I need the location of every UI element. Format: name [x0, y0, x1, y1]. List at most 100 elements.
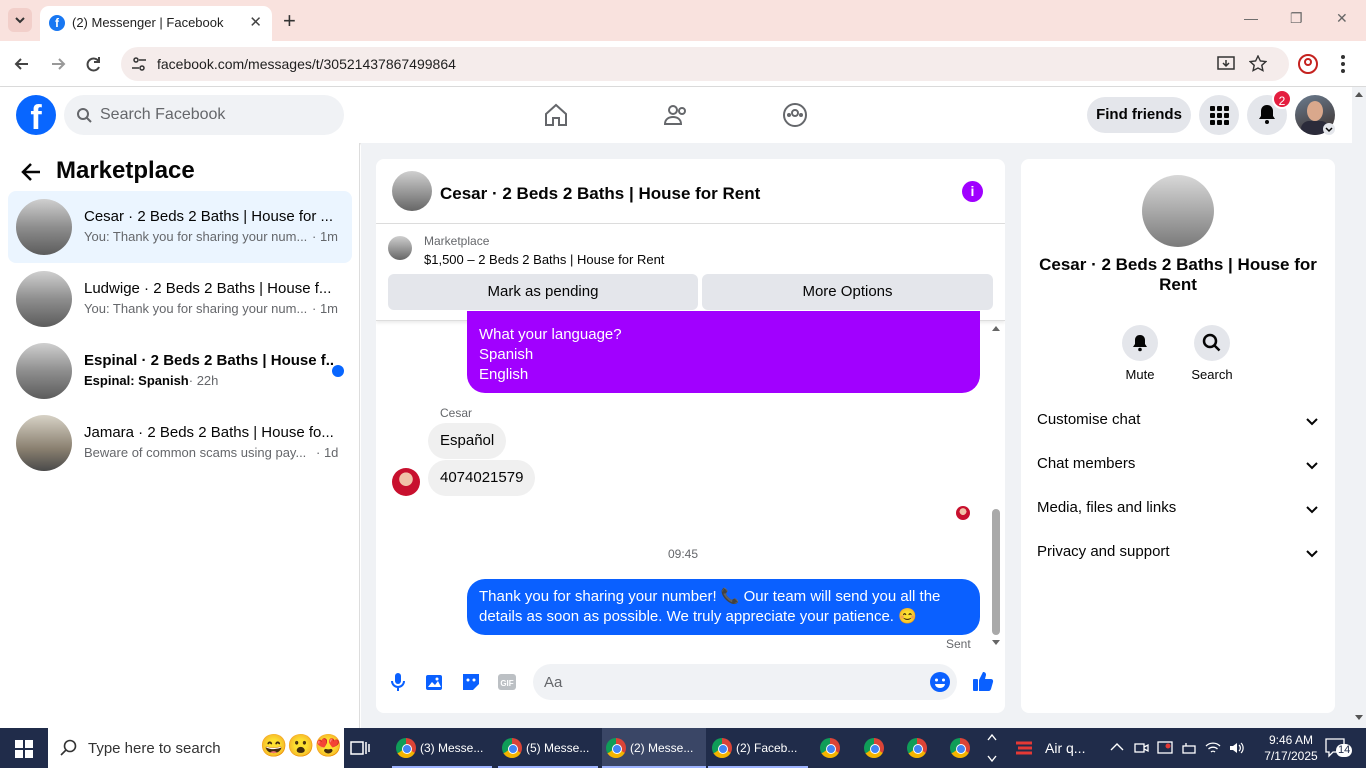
- taskbar-app-chrome-active[interactable]: (2) Messe...: [602, 728, 706, 768]
- message-input[interactable]: Aa: [533, 664, 957, 700]
- clock-time: 9:46 AM: [1268, 733, 1314, 747]
- reload-icon[interactable]: [84, 54, 104, 74]
- sticker-icon[interactable]: [461, 672, 481, 692]
- back-arrow-icon[interactable]: [20, 161, 44, 183]
- chat-members-row[interactable]: Chat members: [1037, 455, 1319, 479]
- chat-header: Cesar · 2 Beds 2 Baths | House for Rent …: [376, 159, 1005, 224]
- mute-label: Mute: [1125, 367, 1155, 382]
- install-app-icon[interactable]: [1217, 55, 1235, 73]
- browser-tab[interactable]: f (2) Messenger | Facebook ✕: [40, 6, 272, 41]
- taskbar-scroll-icon[interactable]: [987, 732, 997, 764]
- sender-avatar[interactable]: [392, 468, 420, 496]
- scroll-up-icon[interactable]: [991, 324, 1001, 332]
- taskbar-app-chrome[interactable]: (2) Faceb...: [708, 728, 808, 768]
- scroll-down-icon[interactable]: [991, 639, 1001, 647]
- photo-icon[interactable]: [425, 672, 445, 692]
- network-device-icon[interactable]: [1181, 740, 1197, 756]
- forward-icon[interactable]: [48, 54, 68, 74]
- conversation-time: · 1m: [312, 229, 338, 244]
- conversation-snippet: You: Thank you for sharing your num...: [84, 229, 308, 244]
- taskbar-app-chrome[interactable]: [816, 728, 852, 768]
- outgoing-message: Thank you for sharing your number! 📞 Our…: [467, 579, 980, 635]
- show-hidden-icons[interactable]: [1110, 742, 1124, 752]
- mark-as-pending-button[interactable]: Mark as pending: [388, 274, 698, 310]
- microphone-icon[interactable]: [390, 672, 406, 692]
- tab-search-button[interactable]: [8, 8, 32, 32]
- scrollbar-thumb[interactable]: [992, 509, 1000, 635]
- find-friends-button[interactable]: Find friends: [1087, 97, 1191, 133]
- listing-thumbnail: [16, 271, 72, 327]
- minimize-button[interactable]: —: [1244, 10, 1258, 26]
- weather-label[interactable]: Air q...: [1045, 740, 1085, 756]
- row-label: Customise chat: [1037, 411, 1141, 428]
- gif-icon[interactable]: GIF: [497, 672, 517, 692]
- conversation-item[interactable]: Espinal · 2 Beds 2 Baths | House f... Es…: [8, 335, 352, 407]
- media-files-links-row[interactable]: Media, files and links: [1037, 499, 1319, 523]
- new-tab-button[interactable]: +: [283, 8, 296, 34]
- conversation-item[interactable]: Jamara · 2 Beds 2 Baths | House fo... Be…: [8, 407, 352, 479]
- browser-toolbar: facebook.com/messages/t/3052143786749986…: [0, 41, 1366, 87]
- chrome-icon: [820, 738, 840, 758]
- wifi-icon[interactable]: [1205, 740, 1221, 756]
- screen-capture-icon[interactable]: [1157, 740, 1173, 756]
- menu-button[interactable]: [1199, 95, 1239, 135]
- task-view-icon[interactable]: [350, 738, 370, 758]
- bookmark-star-icon[interactable]: [1249, 55, 1267, 73]
- back-icon[interactable]: [12, 54, 32, 74]
- notification-center[interactable]: 14: [1324, 736, 1358, 760]
- facebook-favicon-icon: f: [49, 15, 65, 31]
- site-settings-icon[interactable]: [131, 56, 147, 72]
- home-icon[interactable]: [543, 102, 569, 128]
- close-tab-icon[interactable]: ✕: [249, 13, 262, 31]
- facebook-search-input[interactable]: Search Facebook: [64, 95, 344, 135]
- search-conversation-button[interactable]: Search: [1180, 325, 1244, 382]
- thumbs-up-icon[interactable]: [972, 670, 994, 692]
- windows-start-icon[interactable]: [15, 740, 33, 758]
- row-label: Media, files and links: [1037, 499, 1177, 516]
- scroll-up-icon[interactable]: [1355, 91, 1363, 97]
- air-quality-icon[interactable]: [1014, 738, 1034, 758]
- profile-icon[interactable]: [1297, 53, 1319, 75]
- scroll-down-icon[interactable]: [1355, 715, 1363, 721]
- close-window-button[interactable]: ✕: [1336, 10, 1348, 27]
- facebook-logo-icon[interactable]: f: [16, 95, 56, 135]
- friends-icon[interactable]: [663, 102, 689, 128]
- chat-info-panel: Cesar · 2 Beds 2 Baths | House for Rent …: [1021, 159, 1335, 713]
- taskbar-app-chrome[interactable]: [903, 728, 939, 768]
- taskbar-search-input[interactable]: Type here to search 😄😮😍: [48, 728, 344, 768]
- page-scrollbar[interactable]: [1352, 87, 1366, 728]
- notification-badge: 2: [1272, 89, 1292, 109]
- conversation-item[interactable]: Cesar · 2 Beds 2 Baths | House for ... Y…: [8, 191, 352, 263]
- unread-dot: [332, 365, 344, 377]
- emoji-icon[interactable]: [929, 671, 951, 693]
- more-options-button[interactable]: More Options: [702, 274, 993, 310]
- taskbar-app-chrome[interactable]: (5) Messe...: [498, 728, 598, 768]
- search-icon: [77, 108, 92, 123]
- groups-icon[interactable]: [782, 102, 808, 128]
- message-line: What your language?: [479, 326, 622, 343]
- chat-title[interactable]: Cesar · 2 Beds 2 Baths | House for Rent: [440, 184, 760, 204]
- listing-price[interactable]: $1,500 – 2 Beds 2 Baths | House for Rent: [424, 252, 664, 267]
- time-divider: 09:45: [667, 547, 699, 561]
- account-chevron-icon[interactable]: [1323, 123, 1335, 135]
- search-label: Search: [1191, 367, 1233, 382]
- taskbar-app-chrome[interactable]: [946, 728, 982, 768]
- customise-chat-row[interactable]: Customise chat: [1037, 411, 1319, 435]
- clock[interactable]: 9:46 AM 7/17/2025: [1262, 732, 1320, 764]
- facebook-header: f Search Facebook Find friends 2: [0, 87, 1366, 143]
- chat-avatar[interactable]: [392, 171, 432, 211]
- chrome-icon: [396, 738, 416, 758]
- menu-kebab-icon[interactable]: [1338, 53, 1348, 75]
- meet-now-icon[interactable]: [1133, 740, 1149, 756]
- info-icon[interactable]: i: [962, 181, 983, 202]
- address-bar[interactable]: facebook.com/messages/t/3052143786749986…: [121, 47, 1289, 81]
- mute-button[interactable]: Mute: [1108, 325, 1172, 382]
- taskbar-app-chrome[interactable]: [860, 728, 896, 768]
- conversation-item[interactable]: Ludwige · 2 Beds 2 Baths | House f... Yo…: [8, 263, 352, 335]
- chat-info-avatar[interactable]: [1142, 175, 1214, 247]
- taskbar-app-chrome[interactable]: (3) Messe...: [392, 728, 492, 768]
- volume-icon[interactable]: [1228, 740, 1244, 756]
- restore-button[interactable]: ❐: [1290, 10, 1303, 27]
- privacy-support-row[interactable]: Privacy and support: [1037, 543, 1319, 567]
- incoming-message: Español: [428, 423, 507, 459]
